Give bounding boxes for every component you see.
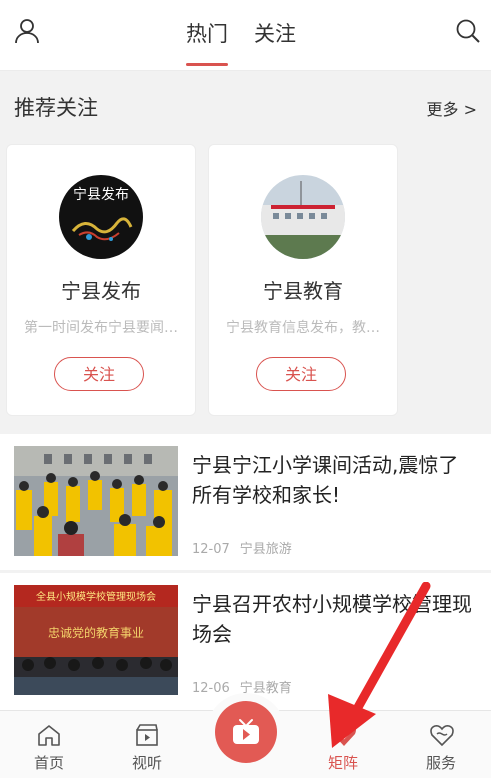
banner-text: 全县小规模学校管理现场会 <box>36 590 156 603</box>
logo-text: 宁县发布 <box>73 186 129 203</box>
recommended-section: 推荐关注 更多 > 宁县发布 宁县发布 第一时间发布宁县要闻… 关注 宁县教育 … <box>0 72 491 432</box>
follow-button[interactable]: 关注 <box>54 357 144 391</box>
search-icon[interactable] <box>455 18 481 48</box>
account-avatar: 宁县发布 <box>59 175 143 259</box>
news-meta: 12-07 宁县旅游 <box>192 538 292 557</box>
account-name: 宁县教育 <box>263 279 343 303</box>
news-date: 12-06 <box>192 681 230 696</box>
nav-service[interactable]: 服务 <box>406 711 476 778</box>
more-link[interactable]: 更多 > <box>427 96 478 120</box>
nav-audio-visual[interactable]: 视听 <box>112 711 182 778</box>
bottom-nav: 首页 视听 矩阵 服务 <box>0 693 491 778</box>
nav-label: 首页 <box>33 754 64 772</box>
section-title: 推荐关注 <box>14 96 98 120</box>
news-title: 宁县召开农村小规模学校管理现场会 <box>192 592 472 646</box>
account-card[interactable]: 宁县教育 宁县教育信息发布，教… 关注 <box>208 144 398 416</box>
nav-matrix[interactable]: 矩阵 <box>308 711 378 778</box>
center-tv-button[interactable] <box>215 701 277 763</box>
nav-label: 矩阵 <box>327 754 358 772</box>
news-date: 12-07 <box>192 542 230 557</box>
tv-play-icon <box>231 718 261 750</box>
feed-tabs: 热门 关注 <box>186 18 322 66</box>
nav-home[interactable]: 首页 <box>14 711 84 778</box>
news-source: 宁县旅游 <box>239 542 292 557</box>
news-thumbnail <box>14 446 178 556</box>
tab-hot[interactable]: 热门 <box>186 18 228 66</box>
news-thumbnail: 全县小规模学校管理现场会 忠诚党的教育事业 <box>14 585 178 695</box>
account-avatar <box>261 175 345 259</box>
account-card[interactable]: 宁县发布 宁县发布 第一时间发布宁县要闻… 关注 <box>6 144 196 416</box>
tab-follow[interactable]: 关注 <box>254 18 296 58</box>
top-bar: 热门 关注 <box>0 0 491 71</box>
service-heart-icon <box>429 723 455 751</box>
news-item[interactable]: 全县小规模学校管理现场会 忠诚党的教育事业 宁县召开农村小规模学校管理现场会 1… <box>0 573 491 713</box>
follow-button[interactable]: 关注 <box>256 357 346 391</box>
home-icon <box>37 723 61 751</box>
matrix-heart-icon <box>331 723 357 751</box>
account-name: 宁县发布 <box>61 279 141 303</box>
news-title: 宁县宁江小学课间活动,震惊了所有学校和家长! <box>192 453 459 507</box>
nav-label: 视听 <box>131 754 162 772</box>
account-description: 第一时间发布宁县要闻… <box>24 320 178 336</box>
news-item[interactable]: 宁县宁江小学课间活动,震惊了所有学校和家长! 12-07 宁县旅游 <box>0 434 491 570</box>
user-icon[interactable] <box>14 18 40 48</box>
slogan-text: 忠诚党的教育事业 <box>48 625 144 640</box>
account-description: 宁县教育信息发布，教… <box>226 320 380 336</box>
nav-label: 服务 <box>425 754 456 772</box>
video-clapper-icon <box>135 723 159 751</box>
